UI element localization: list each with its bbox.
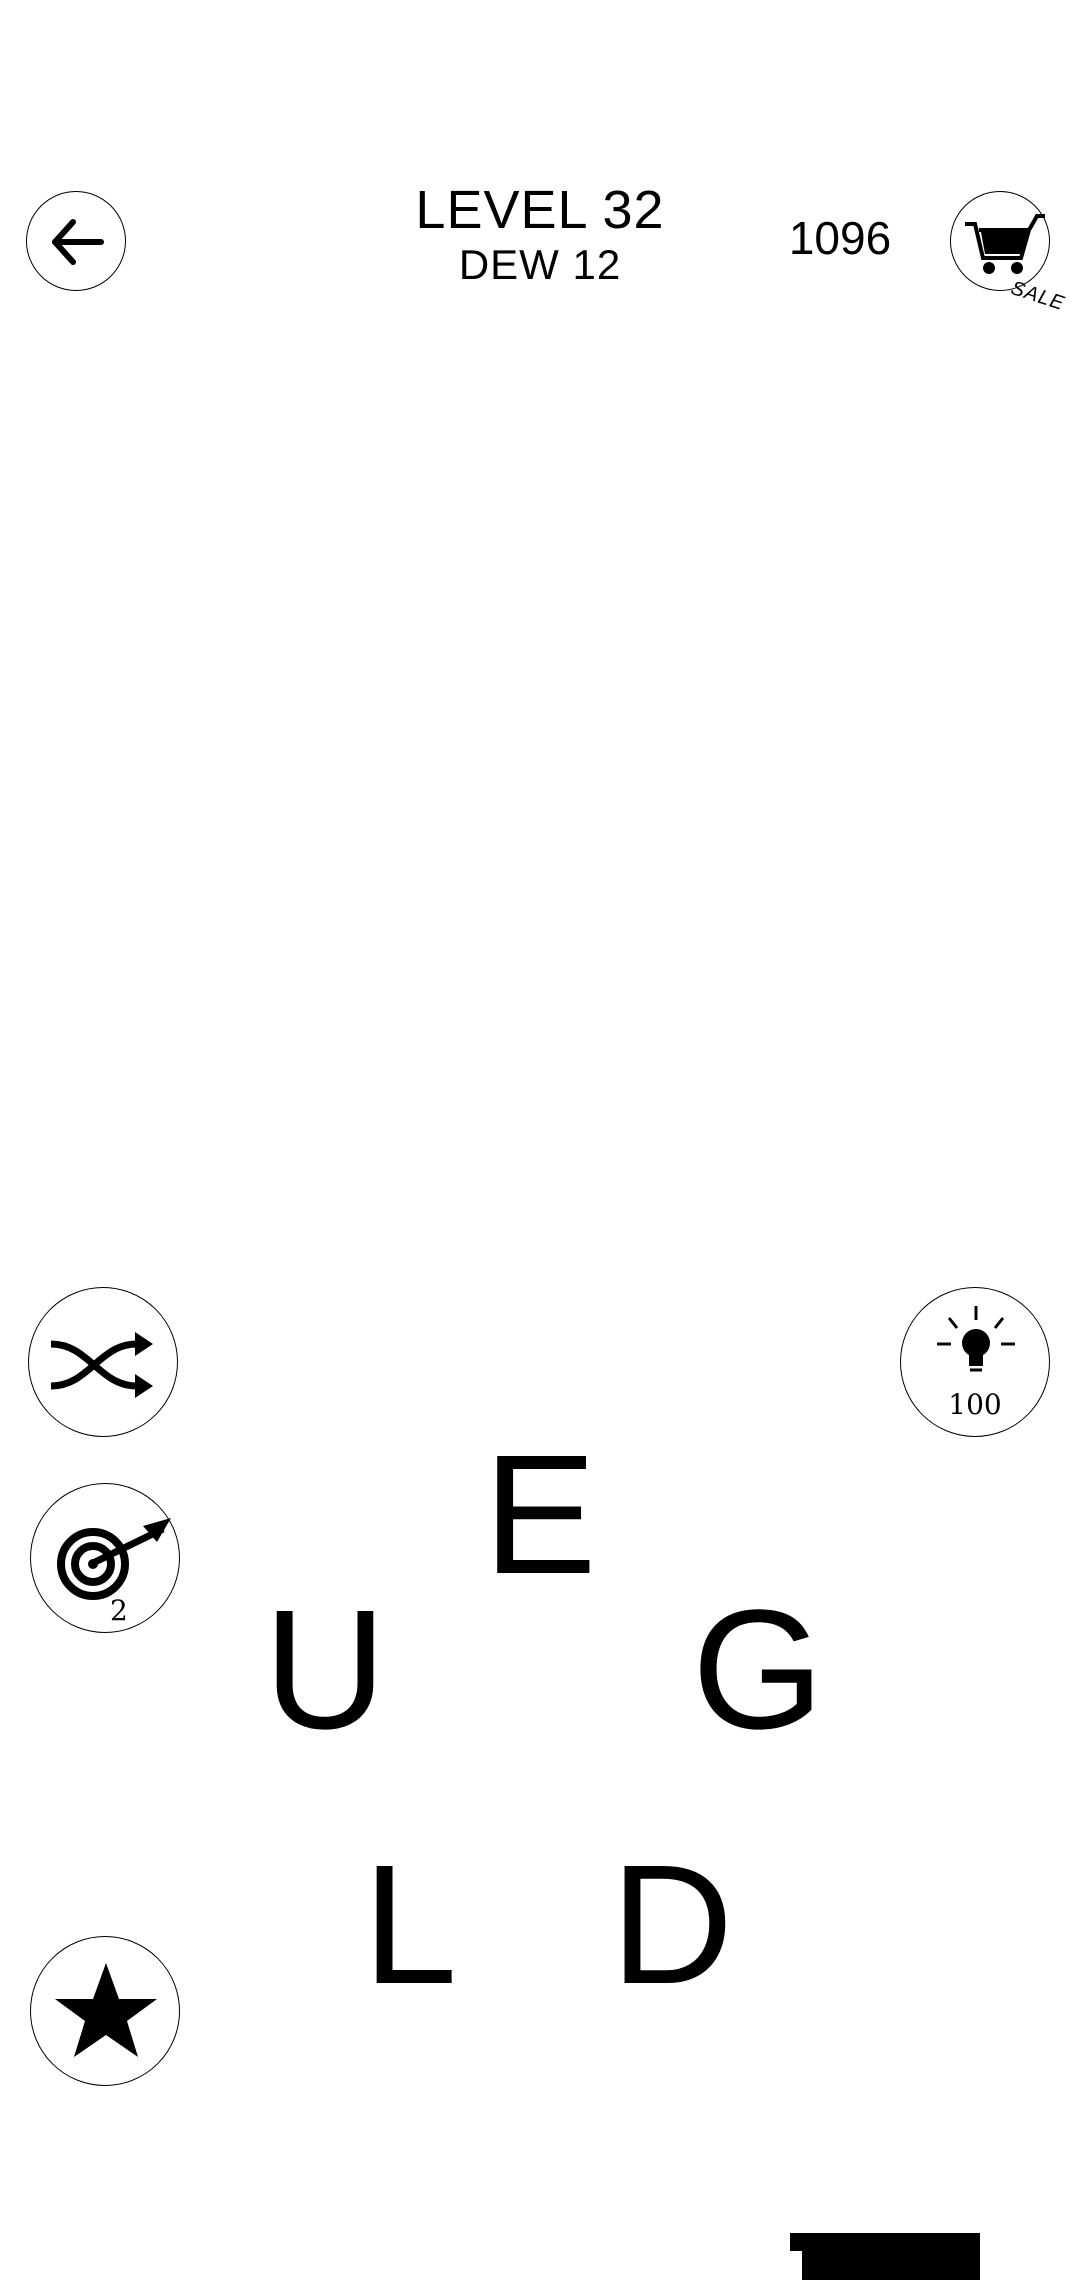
shop-button[interactable] <box>950 191 1050 291</box>
letter-tile-d[interactable]: D <box>592 1840 752 2010</box>
level-subtitle: DEW 12 <box>458 241 622 288</box>
cart-icon <box>965 214 1045 274</box>
arrow-left-icon <box>52 219 104 265</box>
letter-tile-e[interactable]: E <box>460 1430 620 1600</box>
target-button[interactable] <box>30 1483 180 1633</box>
level-title: LEVEL 32 <box>415 180 665 240</box>
star-icon <box>55 1963 157 2057</box>
letter-tile-l[interactable]: L <box>330 1840 490 2010</box>
shuffle-button[interactable] <box>28 1287 178 1437</box>
ad-banner <box>790 2233 980 2280</box>
letter-tile-u[interactable]: U <box>245 1585 405 1755</box>
letter-tile-g[interactable]: G <box>678 1585 838 1755</box>
back-button[interactable] <box>26 191 126 291</box>
hint-cost: 100 <box>948 1388 1002 1421</box>
coin-count: 1096 <box>788 212 892 264</box>
hint-button[interactable]: 100 <box>900 1287 1050 1437</box>
target-count: 2 <box>110 1594 128 1627</box>
star-button[interactable] <box>30 1936 180 2086</box>
target-icon <box>57 1518 171 1600</box>
shuffle-icon <box>50 1332 153 1398</box>
